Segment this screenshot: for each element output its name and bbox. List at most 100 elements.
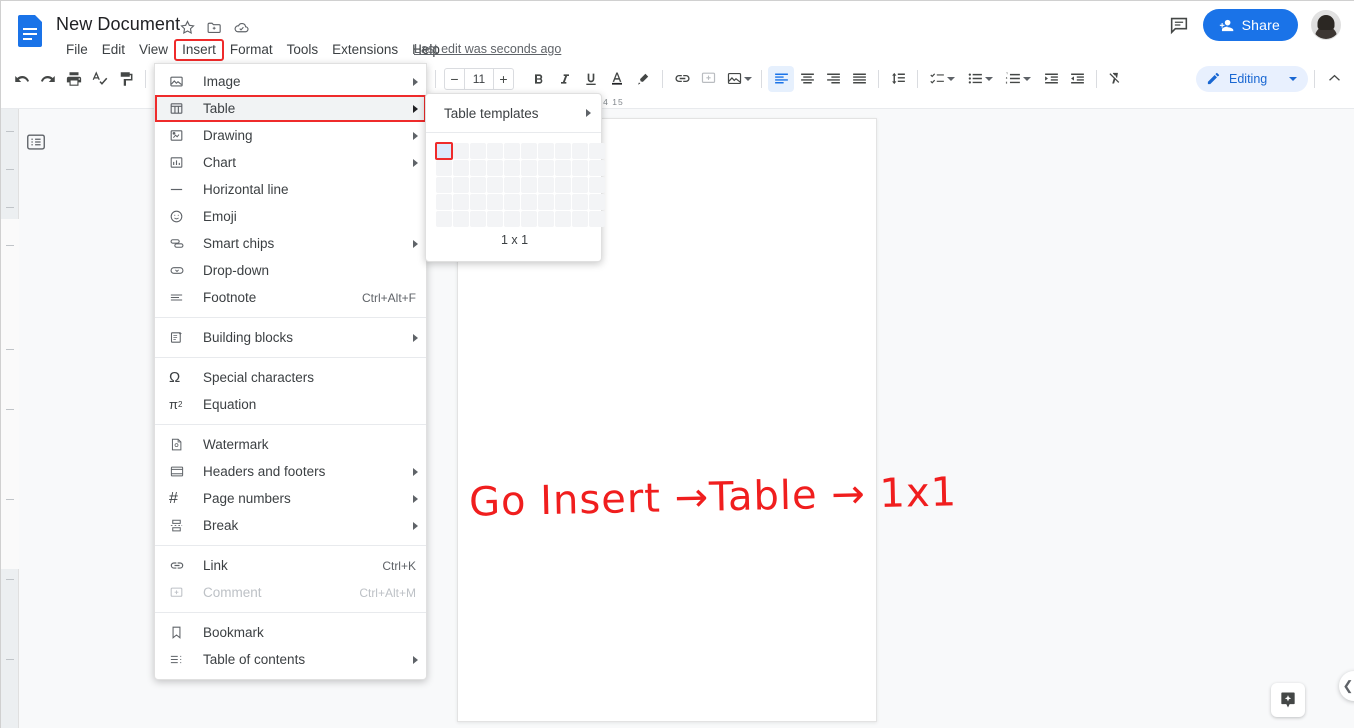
table-size-cell[interactable] (538, 211, 554, 227)
table-size-cell[interactable] (521, 194, 537, 210)
document-outline-icon[interactable] (25, 131, 47, 153)
menu-item-footnote[interactable]: Footnote Ctrl+Alt+F (155, 284, 426, 311)
font-size-decrease[interactable]: − (445, 68, 465, 89)
decrease-indent-icon[interactable] (1038, 66, 1064, 92)
table-size-cell[interactable] (538, 177, 554, 193)
table-size-cell[interactable] (453, 143, 469, 159)
insert-link-icon[interactable] (669, 66, 695, 92)
table-size-cell[interactable] (521, 211, 537, 227)
menu-item-emoji[interactable]: Emoji (155, 203, 426, 230)
table-size-cell[interactable] (538, 194, 554, 210)
menu-item-chart[interactable]: Chart (155, 149, 426, 176)
table-size-cell[interactable] (572, 211, 588, 227)
line-spacing-icon[interactable] (885, 66, 911, 92)
redo-icon[interactable] (35, 66, 61, 92)
table-size-cell[interactable] (504, 211, 520, 227)
table-size-cell[interactable] (453, 194, 469, 210)
align-center-icon[interactable] (794, 66, 820, 92)
table-size-cell[interactable] (436, 160, 452, 176)
table-size-cell[interactable] (589, 143, 605, 159)
avatar[interactable] (1311, 10, 1341, 40)
font-size-value[interactable]: 11 (465, 72, 493, 86)
menu-item-link[interactable]: Link Ctrl+K (155, 552, 426, 579)
table-size-cell[interactable] (470, 211, 486, 227)
table-size-cell[interactable] (589, 194, 605, 210)
menu-item-smart-chips[interactable]: Smart chips (155, 230, 426, 257)
move-to-folder-icon[interactable] (206, 19, 223, 36)
table-size-cell[interactable] (555, 194, 571, 210)
italic-icon[interactable] (552, 66, 578, 92)
table-size-cell[interactable] (436, 211, 452, 227)
font-size-increase[interactable]: + (493, 68, 513, 89)
table-size-cell[interactable] (572, 177, 588, 193)
table-size-cell[interactable] (436, 194, 452, 210)
table-size-cell[interactable] (504, 160, 520, 176)
table-size-cell[interactable] (521, 143, 537, 159)
menu-insert[interactable]: Insert (174, 39, 224, 61)
font-size-stepper[interactable]: − 11 + (444, 67, 514, 90)
table-size-cell[interactable] (589, 177, 605, 193)
menu-item-building-blocks[interactable]: Building blocks (155, 324, 426, 351)
table-size-cell[interactable] (436, 177, 452, 193)
menu-item-horizontal-line[interactable]: Horizontal line (155, 176, 426, 203)
menu-item-page-numbers[interactable]: # Page numbers (155, 485, 426, 512)
table-size-cell[interactable] (487, 143, 503, 159)
table-size-cell[interactable] (521, 177, 537, 193)
menu-tools[interactable]: Tools (280, 40, 326, 60)
table-size-cell[interactable] (504, 194, 520, 210)
table-size-cell[interactable] (470, 160, 486, 176)
paint-format-icon[interactable] (113, 66, 139, 92)
menu-view[interactable]: View (132, 40, 175, 60)
underline-icon[interactable] (578, 66, 604, 92)
cloud-saved-icon[interactable] (233, 19, 250, 36)
print-icon[interactable] (61, 66, 87, 92)
table-size-cell[interactable] (589, 211, 605, 227)
table-size-grid[interactable] (435, 142, 605, 227)
star-icon[interactable] (179, 19, 196, 36)
hide-menus-chevron-up-icon[interactable] (1321, 66, 1347, 92)
text-color-icon[interactable] (604, 66, 630, 92)
menu-item-watermark[interactable]: Watermark (155, 431, 426, 458)
editing-mode-selector[interactable]: Editing (1196, 65, 1308, 92)
menu-item-bookmark[interactable]: Bookmark (155, 619, 426, 646)
menu-item-image[interactable]: Image (155, 68, 426, 95)
explore-gemini-icon[interactable] (1271, 683, 1305, 717)
table-size-cell[interactable] (572, 194, 588, 210)
table-size-cell[interactable] (470, 177, 486, 193)
table-size-cell[interactable] (538, 160, 554, 176)
table-size-cell[interactable] (572, 160, 588, 176)
collapse-panel-icon[interactable]: ❮ (1339, 671, 1354, 701)
menu-item-headers-and-footers[interactable]: Headers and footers (155, 458, 426, 485)
menu-format[interactable]: Format (223, 40, 280, 60)
table-size-cell[interactable] (572, 143, 588, 159)
table-size-cell[interactable] (487, 160, 503, 176)
table-size-cell[interactable] (487, 177, 503, 193)
table-size-cell[interactable] (589, 160, 605, 176)
docs-logo-icon[interactable] (18, 15, 42, 47)
align-justify-icon[interactable] (846, 66, 872, 92)
table-size-cell[interactable] (521, 160, 537, 176)
add-comment-icon[interactable] (695, 66, 721, 92)
page-title[interactable]: New Document (56, 14, 180, 35)
clear-formatting-icon[interactable] (1103, 66, 1129, 92)
spelling-check-icon[interactable] (87, 66, 113, 92)
table-size-picker[interactable]: 1 x 1 (426, 133, 605, 261)
menu-item-special-characters[interactable]: Ω Special characters (155, 364, 426, 391)
menu-file[interactable]: File (59, 40, 95, 60)
numbered-list-chevron-down-icon[interactable] (1023, 76, 1031, 81)
highlight-color-icon[interactable] (630, 66, 656, 92)
table-size-cell[interactable] (487, 211, 503, 227)
table-size-cell[interactable] (453, 177, 469, 193)
table-size-cell[interactable] (538, 143, 554, 159)
table-size-cell[interactable] (435, 142, 453, 160)
table-size-cell[interactable] (555, 177, 571, 193)
menu-item-table-templates[interactable]: Table templates (426, 98, 601, 128)
menu-item-break[interactable]: Break (155, 512, 426, 539)
table-size-cell[interactable] (453, 211, 469, 227)
align-left-icon[interactable] (768, 65, 794, 92)
table-size-cell[interactable] (504, 177, 520, 193)
editing-mode-chevron-down-icon[interactable] (1289, 76, 1297, 81)
checklist-chevron-down-icon[interactable] (947, 76, 955, 81)
align-right-icon[interactable] (820, 66, 846, 92)
menu-item-equation[interactable]: π2 Equation (155, 391, 426, 418)
